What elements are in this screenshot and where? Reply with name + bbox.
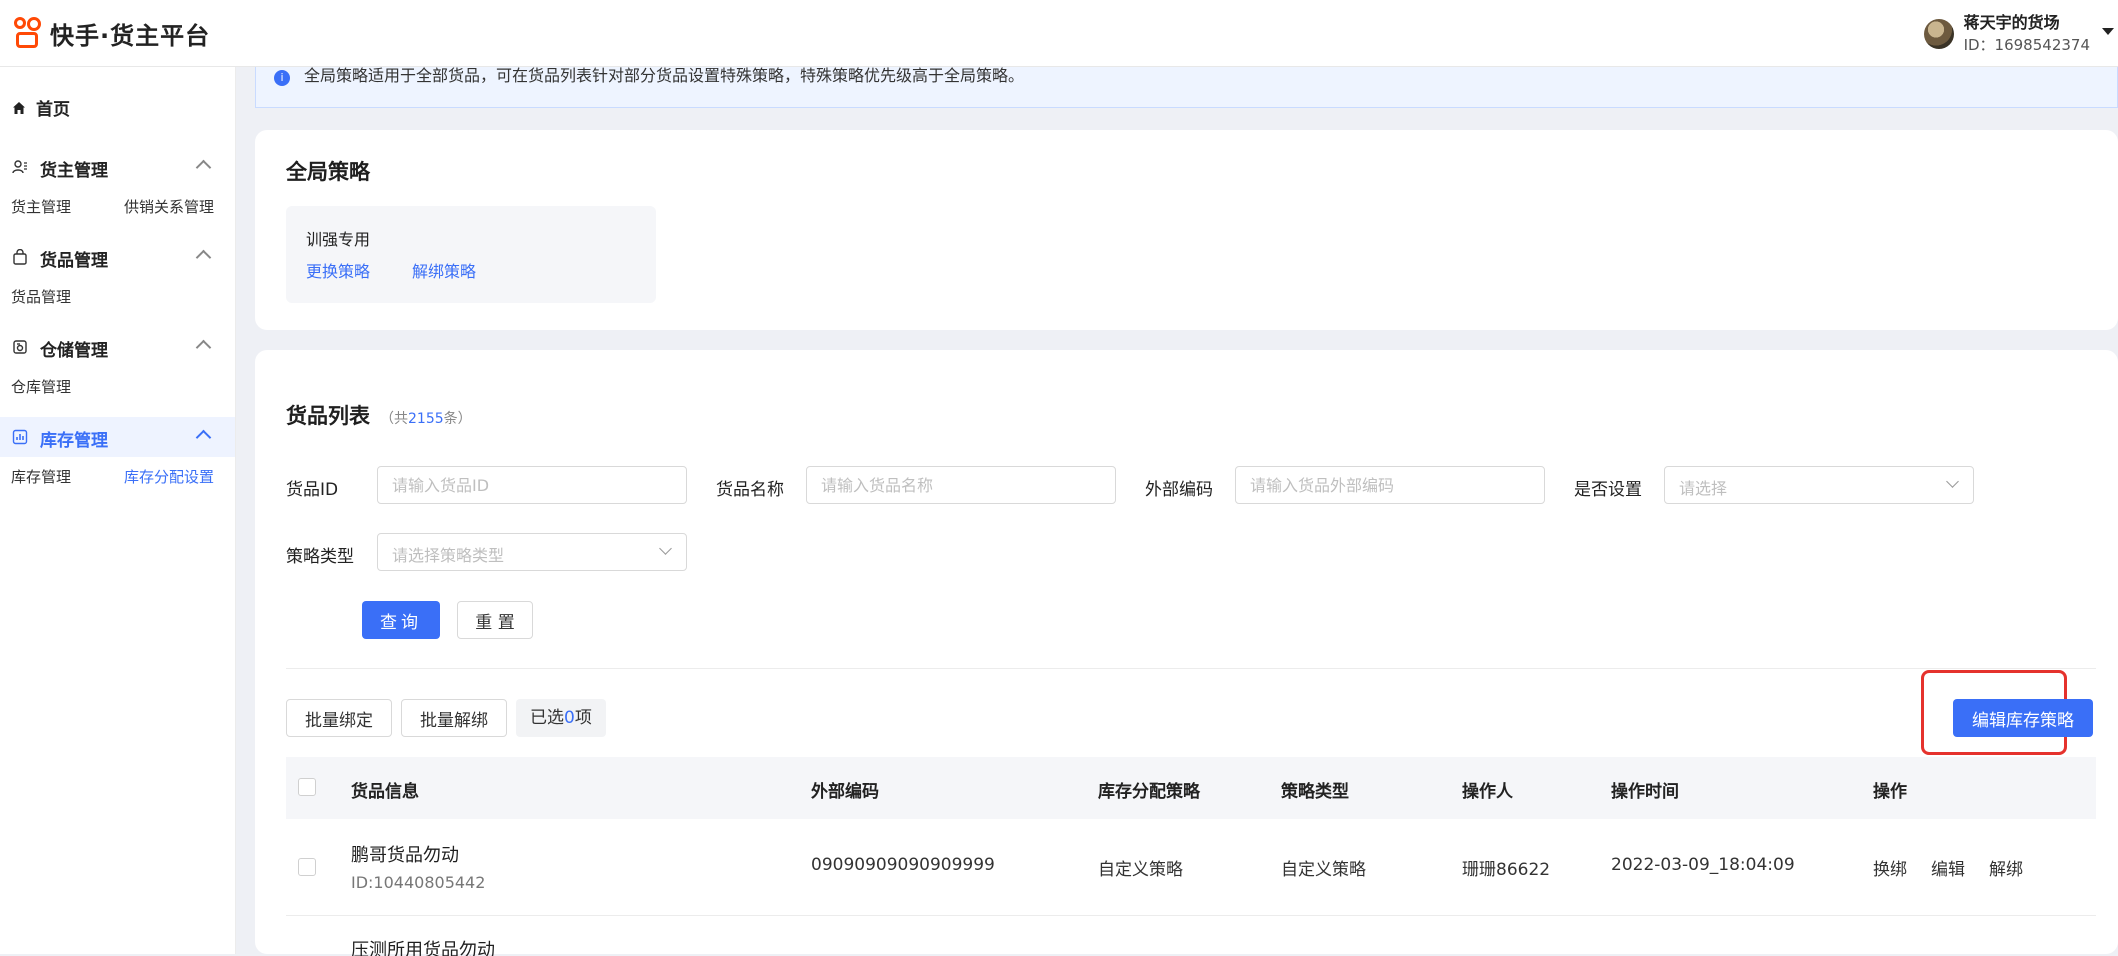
column-header: 操作 — [1873, 782, 1907, 802]
logo-text: 快手·货主平台 — [50, 21, 211, 50]
column-header: 货品信息 — [351, 782, 419, 802]
product-name-input[interactable] — [806, 466, 1116, 504]
home-icon — [13, 101, 25, 114]
chevron-down-icon — [659, 542, 672, 555]
row-checkbox[interactable] — [298, 858, 316, 876]
filter-label-type: 策略类型 — [286, 547, 354, 567]
strategy-name: 训强专用 — [306, 230, 371, 249]
top-header: 快手·货主平台 蒋天宇的货场 ID：1698542374 — [0, 0, 2118, 67]
sidebar-item-owner-manage[interactable]: 货主管理 — [11, 196, 71, 217]
card-title: 全局策略 — [286, 160, 370, 184]
column-header: 外部编码 — [811, 782, 879, 802]
operation-time: 2022-03-09_18:04:09 — [1611, 855, 1795, 875]
banner-text: 全局策略适用于全部货品，可在货品列表针对部分货品设置特殊策略，特殊策略优先级高于… — [304, 66, 1025, 85]
product-name: 压测所用货品勿动 — [351, 940, 495, 956]
user-id: ID：1698542374 — [1963, 36, 2090, 54]
product-count: （共2155条） — [380, 411, 472, 427]
card-title: 货品列表 — [286, 404, 370, 428]
table-row: 鹏哥货品勿动 ID:10440805442 09090909090909999 … — [286, 819, 2096, 916]
sidebar-item-label: 首页 — [36, 100, 70, 120]
select-placeholder: 请选择策略类型 — [392, 546, 505, 565]
sidebar-group-owner[interactable]: 货主管理 — [0, 147, 235, 187]
user-name: 蒋天宇的货场 — [1963, 13, 2060, 32]
strategy-link[interactable]: 自定义策略 — [1098, 855, 1183, 880]
chevron-up-icon — [195, 339, 212, 356]
sidebar-group-label: 库存管理 — [40, 431, 108, 451]
selected-count-badge: 已选0项 — [516, 699, 606, 737]
column-header: 策略类型 — [1281, 782, 1349, 802]
sidebar-item-warehouse-manage[interactable]: 仓库管理 — [11, 376, 71, 397]
chevron-up-icon — [195, 159, 212, 176]
filter-label-name: 货品名称 — [716, 480, 784, 500]
table-row: 压测所用货品勿动 — [286, 916, 2096, 956]
rebind-action-link[interactable]: 换绑 — [1873, 855, 1907, 880]
avatar — [1923, 19, 1954, 49]
is-set-select[interactable]: 请选择 — [1664, 466, 1974, 504]
info-banner: i 全局策略适用于全部货品，可在货品列表针对部分货品设置特殊策略，特殊策略优先级… — [255, 66, 2118, 108]
sidebar-item-home[interactable]: 首页 — [12, 95, 70, 120]
external-code: 09090909090909999 — [811, 855, 995, 875]
operator: 珊珊86622 — [1462, 860, 1551, 880]
sidebar-item-inventory-manage[interactable]: 库存管理 — [11, 466, 71, 487]
kuaishou-logo-icon — [12, 17, 42, 49]
user-menu[interactable]: 蒋天宇的货场 ID：1698542374 — [1923, 12, 2090, 56]
table-header: 货品信息 外部编码 库存分配策略 策略类型 操作人 操作时间 操作 — [286, 757, 2096, 819]
external-code-input[interactable] — [1235, 466, 1545, 504]
strategy-type: 自定义策略 — [1281, 860, 1366, 880]
edit-action-link[interactable]: 编辑 — [1931, 855, 1965, 880]
filter-label-id: 货品ID — [286, 480, 339, 500]
warehouse-icon — [13, 340, 27, 354]
sidebar-group-label: 货主管理 — [40, 161, 108, 181]
chevron-up-icon — [195, 249, 212, 266]
chevron-up-icon — [195, 429, 212, 446]
sidebar-group-label: 货品管理 — [40, 251, 108, 271]
sidebar: 首页 货主管理 货主管理 供销关系管理 货品管理 货品管理 仓储管理 仓库管理 … — [0, 67, 236, 954]
column-header: 操作时间 — [1611, 782, 1679, 802]
strategy-box: 训强专用 更换策略 解绑策略 — [286, 206, 656, 303]
unbind-action-link[interactable]: 解绑 — [1989, 855, 2023, 880]
sidebar-item-allocation-settings[interactable]: 库存分配设置 — [124, 466, 214, 487]
filter-label-code: 外部编码 — [1145, 480, 1213, 500]
bag-icon — [13, 249, 27, 265]
sidebar-group-inventory[interactable]: 库存管理 — [0, 417, 235, 457]
filter-label-set: 是否设置 — [1574, 480, 1642, 500]
chart-icon — [12, 429, 28, 445]
divider — [286, 668, 2096, 669]
batch-bind-button[interactable]: 批量绑定 — [286, 699, 392, 737]
edit-inventory-strategy-button[interactable]: 编辑库存策略 — [1953, 699, 2093, 737]
user-group-icon — [12, 160, 27, 174]
strategy-type-select[interactable]: 请选择策略类型 — [377, 533, 687, 571]
product-id-input[interactable] — [377, 466, 687, 504]
unbind-strategy-link[interactable]: 解绑策略 — [412, 258, 476, 282]
column-header: 库存分配策略 — [1098, 782, 1200, 802]
sidebar-group-goods[interactable]: 货品管理 — [0, 237, 235, 277]
product-name: 鹏哥货品勿动 — [351, 845, 459, 866]
logo[interactable]: 快手·货主平台 — [12, 16, 210, 50]
caret-down-icon[interactable] — [2102, 28, 2114, 35]
product-list-card: 货品列表 （共2155条） 货品ID 货品名称 外部编码 是否设置 请选择 策略… — [255, 350, 2118, 956]
chevron-down-icon — [1946, 475, 1959, 488]
global-strategy-card: 全局策略 训强专用 更换策略 解绑策略 — [255, 130, 2118, 330]
column-header: 操作人 — [1462, 782, 1513, 802]
sidebar-item-supply-relation[interactable]: 供销关系管理 — [124, 196, 214, 217]
sidebar-group-label: 仓储管理 — [40, 341, 108, 361]
query-button[interactable]: 查询 — [362, 601, 440, 639]
product-id: ID:10440805442 — [351, 873, 486, 892]
reset-button[interactable]: 重 置 — [457, 601, 533, 639]
select-all-checkbox[interactable] — [298, 778, 316, 796]
select-placeholder: 请选择 — [1679, 479, 1728, 498]
change-strategy-link[interactable]: 更换策略 — [306, 258, 370, 282]
sidebar-item-goods-manage[interactable]: 货品管理 — [11, 286, 71, 307]
info-icon: i — [274, 70, 290, 86]
sidebar-group-storage[interactable]: 仓储管理 — [0, 327, 235, 367]
batch-unbind-button[interactable]: 批量解绑 — [401, 699, 507, 737]
